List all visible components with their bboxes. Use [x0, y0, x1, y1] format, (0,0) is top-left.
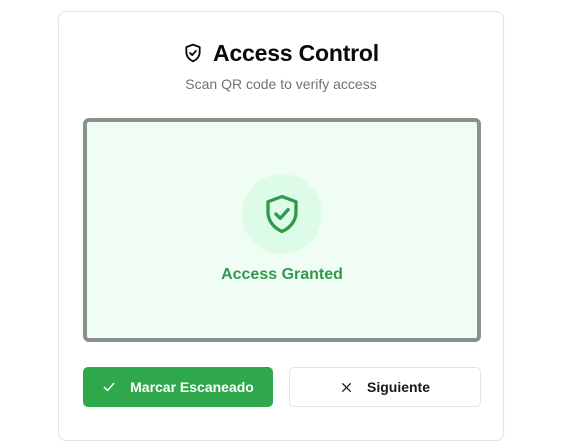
shield-check-icon	[261, 191, 303, 237]
page-subtitle: Scan QR code to verify access	[185, 76, 377, 92]
next-label: Siguiente	[366, 379, 430, 395]
next-button[interactable]: Siguiente	[289, 367, 481, 407]
card-header: Access Control	[59, 38, 503, 68]
status-circle	[242, 174, 322, 254]
x-icon	[340, 381, 353, 394]
mark-scanned-label: Marcar Escaneado	[130, 379, 254, 395]
status-text: Access Granted	[221, 266, 343, 283]
check-icon	[102, 380, 116, 394]
shield-icon	[183, 42, 203, 64]
page-title: Access Control	[213, 39, 379, 66]
mark-scanned-button[interactable]: Marcar Escaneado	[83, 367, 273, 407]
scan-area: Access Granted	[83, 118, 481, 342]
access-control-card: Access Control Scan QR code to verify ac…	[58, 11, 504, 441]
